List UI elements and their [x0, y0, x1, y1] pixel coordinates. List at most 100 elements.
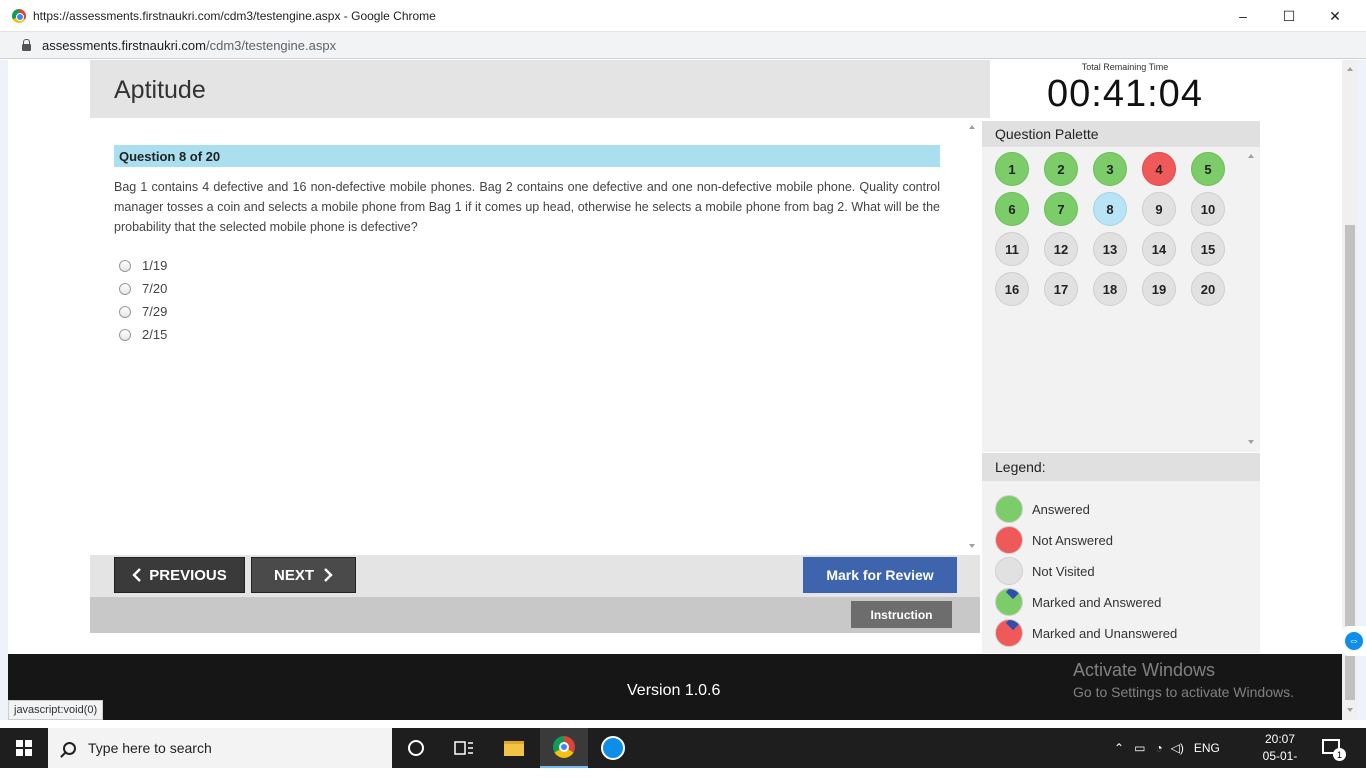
palette-question-17[interactable]: 17: [1044, 272, 1078, 306]
taskbar-search[interactable]: Type here to search: [48, 728, 392, 768]
option-label: 1/19: [142, 258, 168, 273]
palette-question-2[interactable]: 2: [1044, 152, 1078, 186]
scroll-down-icon[interactable]: [1248, 440, 1254, 444]
next-button[interactable]: NEXT: [251, 557, 356, 593]
palette-question-3[interactable]: 3: [1093, 152, 1127, 186]
mark-for-review-button[interactable]: Mark for Review: [803, 557, 957, 593]
teamviewer-taskbar-button[interactable]: [589, 728, 637, 768]
question-palette: 1 2 3 4 5 6 7 8 9 10 11 12 13 14 15 16 17 18 19 20: [982, 147, 1260, 452]
palette-question-14[interactable]: 14: [1142, 232, 1176, 266]
palette-scrollbar[interactable]: [1246, 151, 1256, 446]
palette-question-19[interactable]: 19: [1142, 272, 1176, 306]
file-explorer-button[interactable]: [490, 728, 538, 768]
address-bar[interactable]: assessments.firstnaukri.com/cdm3/testeng…: [0, 32, 1366, 59]
legend-swatch: [995, 495, 1023, 523]
option-radio[interactable]: [119, 282, 131, 295]
palette-question-11[interactable]: 11: [995, 232, 1029, 266]
question-palette-title: Question Palette: [982, 121, 1260, 147]
search-placeholder: Type here to search: [88, 740, 212, 756]
legend-swatch: [995, 526, 1023, 554]
palette-question-13[interactable]: 13: [1093, 232, 1127, 266]
legend-label: Not Answered: [1032, 532, 1113, 548]
language-indicator[interactable]: ENG: [1194, 741, 1220, 755]
palette-question-1[interactable]: 1: [995, 152, 1029, 186]
option-radio[interactable]: [119, 259, 131, 272]
scroll-up-icon[interactable]: [1248, 154, 1254, 158]
option-radio[interactable]: [119, 305, 131, 318]
teamviewer-icon: ⇔: [1345, 632, 1363, 650]
palette-question-4[interactable]: 4: [1142, 152, 1176, 186]
instruction-bar: Instruction: [90, 597, 980, 633]
browser-titlebar: https://assessments.firstnaukri.com/cdm3…: [0, 0, 1366, 32]
search-icon: [63, 741, 76, 755]
legend-item: Marked and Unanswered: [995, 619, 1177, 647]
palette-question-10[interactable]: 10: [1191, 192, 1225, 226]
timer-label: Total Remaining Time: [1081, 62, 1169, 72]
notification-count: 1: [1333, 748, 1346, 761]
minimize-button[interactable]: –: [1220, 0, 1266, 32]
palette-question-18[interactable]: 18: [1093, 272, 1127, 306]
option-3[interactable]: 7/29: [119, 300, 167, 323]
palette-question-16[interactable]: 16: [995, 272, 1029, 306]
palette-question-12[interactable]: 12: [1044, 232, 1078, 266]
legend-item: Not Answered: [995, 526, 1113, 554]
scroll-up-icon[interactable]: [1347, 67, 1353, 71]
option-1[interactable]: 1/19: [119, 254, 167, 277]
palette-question-6[interactable]: 6: [995, 192, 1029, 226]
palette-question-7[interactable]: 7: [1044, 192, 1078, 226]
page-scrollbar[interactable]: [1342, 60, 1358, 720]
url-text[interactable]: assessments.firstnaukri.com/cdm3/testeng…: [42, 38, 336, 53]
chrome-icon: [553, 736, 575, 758]
teamviewer-side-tab[interactable]: ⇔: [1342, 626, 1366, 656]
cortana-button[interactable]: [392, 728, 440, 768]
question-scrollbar[interactable]: [967, 120, 977, 550]
navigation-bar: PREVIOUS NEXT Mark for Review: [90, 555, 980, 597]
palette-question-8[interactable]: 8: [1093, 192, 1127, 226]
maximize-button[interactable]: ☐: [1266, 0, 1312, 32]
previous-button[interactable]: PREVIOUS: [114, 557, 245, 593]
legend-title: Legend:: [982, 453, 1260, 481]
chevron-up-icon[interactable]: ⌃: [1114, 741, 1124, 755]
task-view-button[interactable]: [440, 728, 488, 768]
chrome-taskbar-button[interactable]: [540, 728, 588, 768]
close-button[interactable]: ✕: [1312, 0, 1358, 32]
option-4[interactable]: 2/15: [119, 323, 167, 346]
instruction-button[interactable]: Instruction: [851, 601, 952, 628]
legend-label: Marked and Unanswered: [1032, 625, 1178, 641]
chevron-left-icon: [132, 568, 142, 582]
activate-windows-title: Activate Windows: [1073, 660, 1216, 680]
lock-icon: [22, 38, 31, 51]
previous-label: PREVIOUS: [149, 566, 227, 584]
start-button[interactable]: [0, 728, 48, 768]
chrome-icon: [12, 8, 26, 23]
folder-icon: [504, 740, 524, 756]
palette-question-15[interactable]: 15: [1191, 232, 1225, 266]
option-2[interactable]: 7/20: [119, 277, 167, 300]
clock[interactable]: 20:07 05-01-2020: [1252, 731, 1308, 782]
clock-date: 05-01-2020: [1262, 749, 1298, 780]
wifi-icon[interactable]: ◔: [1155, 741, 1162, 755]
palette-question-5[interactable]: 5: [1191, 152, 1225, 186]
taskbar: Type here to search ⌃ ▭ ◔ ◁) ENG 20:07 0…: [0, 728, 1366, 780]
url-host: assessments.firstnaukri.com: [42, 37, 206, 53]
volume-icon[interactable]: ◁): [1171, 741, 1184, 755]
system-tray: ⌃ ▭ ◔ ◁) ENG: [1114, 728, 1220, 768]
legend-label: Not Visited: [1032, 563, 1095, 579]
scroll-down-icon[interactable]: [1347, 708, 1353, 712]
timer-box: Total Remaining Time 00:41:04: [990, 60, 1260, 118]
palette-question-9[interactable]: 9: [1142, 192, 1176, 226]
legend-swatch: [995, 588, 1023, 616]
activate-windows-subtitle: Go to Settings to activate Windows.: [1073, 684, 1294, 700]
palette-question-20[interactable]: 20: [1191, 272, 1225, 306]
clock-time: 20:07: [1264, 732, 1296, 746]
windows-icon: [16, 740, 32, 756]
legend: Answered Not Answered Not Visited Marked an…: [982, 481, 1260, 653]
subject-title: Aptitude: [114, 76, 206, 104]
scroll-down-icon[interactable]: [969, 544, 975, 548]
battery-icon[interactable]: ▭: [1134, 741, 1145, 755]
next-label: NEXT: [273, 566, 314, 584]
scroll-up-icon[interactable]: [969, 125, 975, 129]
url-path: /cdm3/testengine.aspx: [206, 37, 337, 53]
footer: Version 1.0.6 Activate Windows Go to Set…: [8, 654, 1342, 720]
option-radio[interactable]: [119, 328, 131, 341]
